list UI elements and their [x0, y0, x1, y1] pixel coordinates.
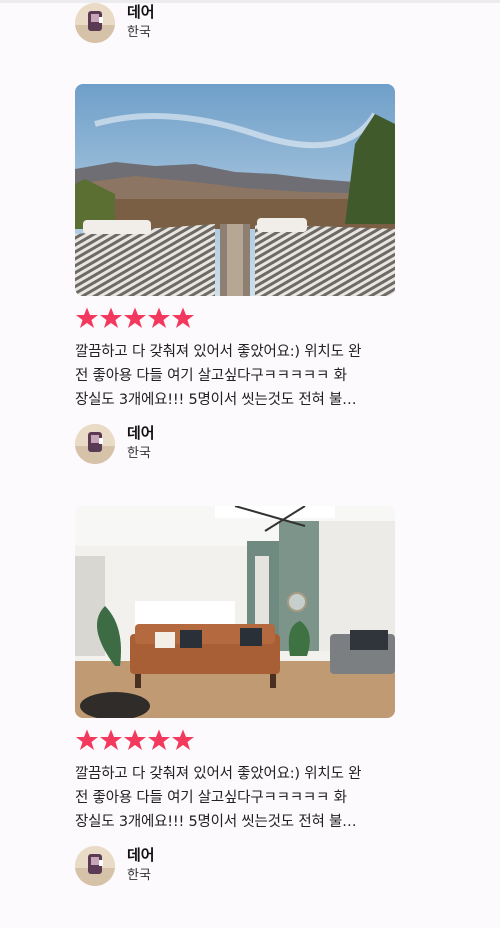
review-text-line: 깔끔하고 다 갖춰져 있어서 좋았어요:) 위치도 완 [75, 766, 362, 782]
reviewer-name: 데어 [127, 424, 155, 442]
star-icon [124, 307, 146, 328]
star-icon [124, 729, 146, 750]
reviewer-row[interactable]: 데어 한국 [75, 3, 395, 43]
review-text-line: 전 좋아용 다들 여기 살고싶다구ㅋㅋㅋㅋㅋ 화 [75, 790, 347, 806]
reviewer-country: 한국 [127, 868, 151, 883]
avatar[interactable] [75, 846, 115, 886]
reviewer-name: 데어 [127, 846, 155, 864]
review-text-line: 장실도 3개에요!!! 5명이서 씻는것도 전혀 불… [75, 814, 357, 830]
reviewer-name: 데어 [127, 3, 155, 21]
star-icon [76, 729, 98, 750]
star-icon [148, 729, 170, 750]
avatar[interactable] [75, 3, 115, 43]
avatar[interactable] [75, 424, 115, 464]
star-icon [100, 729, 122, 750]
review-photo[interactable] [75, 506, 395, 718]
reviewer-row[interactable]: 데어 한국 [75, 424, 395, 464]
reviewer-country: 한국 [127, 25, 151, 40]
rating-stars [75, 306, 195, 332]
reviewer-row[interactable]: 데어 한국 [75, 846, 395, 886]
star-icon [148, 307, 170, 328]
review-text-line: 전 좋아용 다들 여기 살고싶다구ㅋㅋㅋㅋㅋ 화 [75, 368, 347, 384]
review-text-line: 깔끔하고 다 갖춰져 있어서 좋았어요:) 위치도 완 [75, 344, 362, 360]
review-text-line: 장실도 3개에요!!! 5명이서 씻는것도 전혀 불… [75, 392, 357, 408]
reviewer-country: 한국 [127, 446, 151, 461]
review-photo[interactable] [75, 84, 395, 296]
review-text[interactable]: 깔끔하고 다 갖춰져 있어서 좋았어요:) 위치도 완 전 좋아용 다들 여기 … [75, 762, 397, 834]
review-text[interactable]: 깔끔하고 다 갖춰져 있어서 좋았어요:) 위치도 완 전 좋아용 다들 여기 … [75, 340, 397, 412]
star-icon [76, 307, 98, 328]
star-icon [172, 729, 194, 750]
star-icon [100, 307, 122, 328]
rating-stars [75, 728, 195, 754]
star-icon [172, 307, 194, 328]
